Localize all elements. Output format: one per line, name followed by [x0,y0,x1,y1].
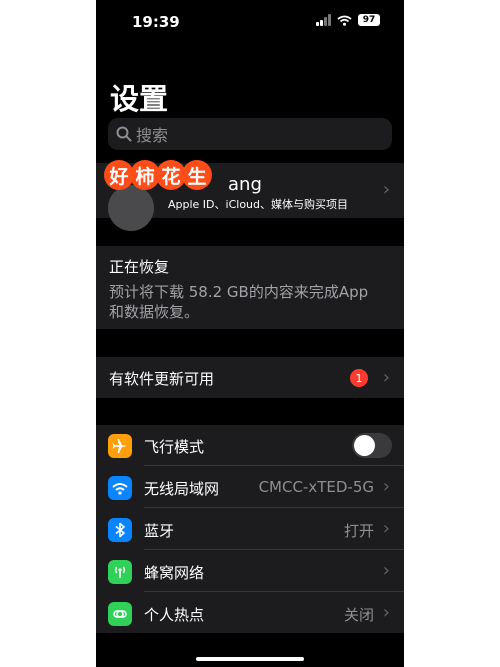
restore-status-card: 正在恢复 预计将下载 58.2 GB的内容来完成App和数据恢复。 [96,246,404,329]
cellular-signal-icon [316,14,331,26]
wifi-label: 无线局域网 [144,480,220,498]
wifi-icon [108,476,132,500]
chevron-right-icon: › [382,367,390,388]
restore-body: 预计将下载 58.2 GB的内容来完成App和数据恢复。 [109,283,369,321]
search-field[interactable]: 搜索 [108,118,392,150]
airplane-mode-toggle[interactable] [352,433,392,458]
sticker-char: 生 [182,160,212,190]
phone-screen: 19:39 97 设置 搜索 ang Apple ID、iCloud、媒体与购买… [96,0,404,667]
wifi-row[interactable]: 无线局域网 CMCC-xTED-5G › [96,467,404,508]
status-time: 19:39 [132,13,180,31]
avatar [108,185,154,231]
divider [144,465,404,466]
page-title: 设置 [110,82,169,116]
divider [144,507,404,508]
hotspot-value: 关闭 [343,606,374,624]
wifi-value: CMCC-xTED-5G [258,478,374,496]
battery-icon: 97 [358,14,380,26]
bluetooth-icon [108,518,132,542]
search-icon [116,126,132,142]
wifi-status-icon [337,15,352,26]
sticker-overlay: 好 柿 花 生 [104,160,212,190]
update-badge: 1 [350,369,368,387]
bluetooth-row[interactable]: 蓝牙 打开 › [96,509,404,550]
chevron-right-icon: › [382,476,390,497]
update-label: 有软件更新可用 [109,370,215,388]
battery-level: 97 [362,15,376,25]
home-indicator[interactable] [196,657,304,661]
divider [144,549,404,550]
connectivity-group: 飞行模式 无线局域网 CMCC-xTED-5G › 蓝牙 打开 › 蜂窝网络 ›… [96,425,404,633]
airplane-mode-label: 飞行模式 [144,438,205,456]
airplane-icon [108,434,132,458]
chevron-right-icon: › [382,179,390,200]
profile-name: ang [228,174,262,195]
hotspot-label: 个人热点 [144,606,205,624]
airplane-mode-row: 飞行模式 [96,425,404,466]
search-placeholder: 搜索 [136,126,169,145]
bluetooth-value: 打开 [343,522,374,540]
hotspot-row[interactable]: 个人热点 关闭 › [96,593,404,634]
antenna-icon [108,560,132,584]
bluetooth-label: 蓝牙 [144,522,175,540]
status-bar: 19:39 97 [96,0,404,44]
restore-title: 正在恢复 [109,258,170,276]
chevron-right-icon: › [382,518,390,539]
profile-subtitle: Apple ID、iCloud、媒体与购买项目 [168,198,349,211]
cellular-label: 蜂窝网络 [144,564,205,582]
divider [144,591,404,592]
toggle-knob [354,435,375,456]
cellular-row[interactable]: 蜂窝网络 › [96,551,404,592]
status-icons: 97 [316,14,380,26]
software-update-row[interactable]: 有软件更新可用 1 › [96,357,404,398]
hotspot-icon [108,602,132,626]
chevron-right-icon: › [382,602,390,623]
chevron-right-icon: › [382,560,390,581]
